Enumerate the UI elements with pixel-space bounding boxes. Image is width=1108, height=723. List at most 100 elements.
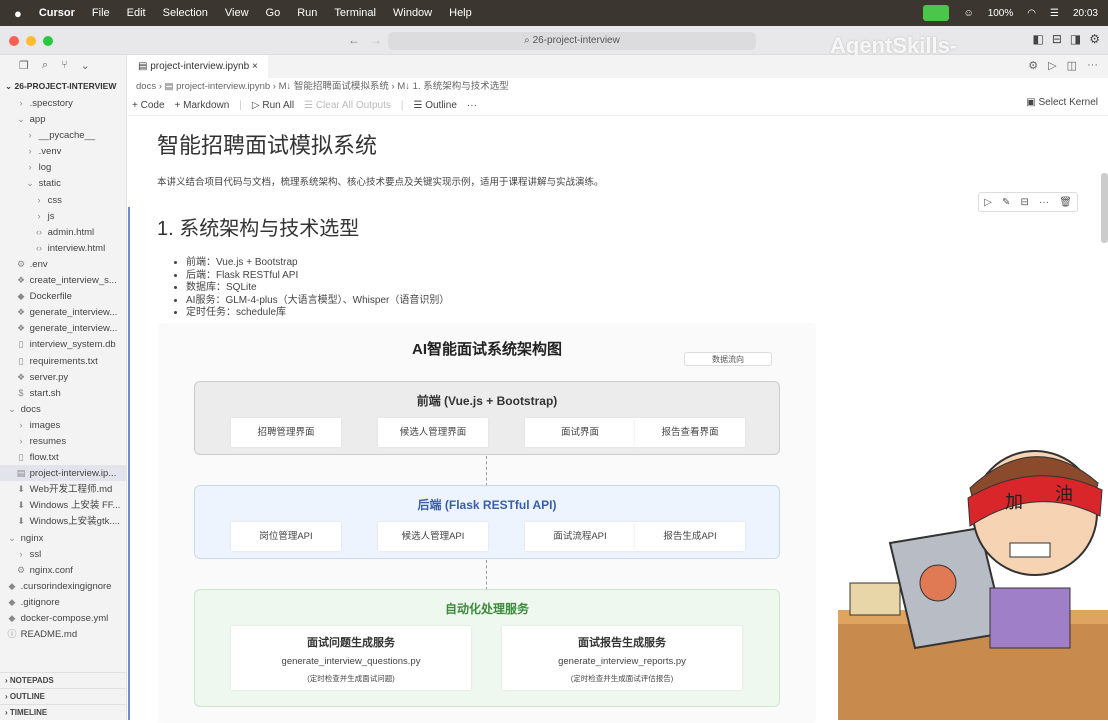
more-actions-button[interactable]: ··· [467, 96, 477, 115]
gear-icon[interactable]: ⚙ [1028, 59, 1038, 72]
breadcrumb-item[interactable]: docs [136, 81, 156, 92]
clear-outputs-button[interactable]: ☰ Clear All Outputs [304, 96, 391, 115]
menu-help[interactable]: Help [449, 7, 472, 19]
menu-view[interactable]: View [225, 7, 249, 19]
settings-gear-icon[interactable]: ⚙ [1089, 32, 1100, 46]
toggle-panel-icon[interactable]: ⊟ [1052, 32, 1062, 46]
tree-item-label: nginx [20, 532, 44, 544]
apple-icon[interactable]: ● [14, 6, 22, 21]
tree-item[interactable]: ❖ generate_interview... [0, 320, 126, 336]
panel-notepads[interactable]: › NOTEPADS [0, 672, 127, 688]
tree-item[interactable]: ◆ docker-compose.yml [0, 610, 126, 626]
split-cell-icon[interactable]: ⊟ [1020, 197, 1028, 208]
tab-project-interview[interactable]: ▤ project-interview.ipynb × [128, 55, 268, 78]
status-face-icon[interactable]: ☺ [963, 8, 973, 19]
chevron-right-icon: › [19, 548, 23, 559]
python-icon: ❖ [16, 371, 26, 382]
menu-run[interactable]: Run [297, 7, 317, 19]
tree-item[interactable]: › __pycache__ [0, 127, 126, 143]
tree-item[interactable]: ◆ .cursorindexingignore [0, 578, 126, 594]
tree-item[interactable]: ⬇ Windows上安装gtk.... [0, 513, 126, 529]
chevron-down-icon: ⌄ [8, 532, 16, 543]
run-cell-icon[interactable]: ▷ [984, 197, 992, 208]
menu-terminal[interactable]: Terminal [334, 7, 376, 19]
tree-item[interactable]: ‹› admin.html [0, 224, 126, 240]
edit-icon[interactable]: ✎ [1002, 197, 1010, 208]
tree-item[interactable]: ⚙ .env [0, 256, 126, 272]
panel-timeline[interactable]: › TIMELINE [0, 704, 127, 720]
split-editor-icon[interactable]: ◫ [1067, 59, 1077, 72]
tree-item[interactable]: ◆ .gitignore [0, 594, 126, 610]
tree-item[interactable]: › ssl [0, 546, 126, 562]
list-item: 后端：Flask RESTful API [186, 270, 957, 283]
automation-title: 自动化处理服务 [444, 602, 529, 616]
tree-item[interactable]: › css [0, 192, 126, 208]
outline-button[interactable]: ☰ Outline [413, 96, 456, 115]
tree-item[interactable]: ❖ create_interview_s... [0, 272, 126, 288]
tree-item[interactable]: › js [0, 208, 126, 224]
chevron-down-icon[interactable]: ⌄ [81, 59, 90, 77]
tree-item[interactable]: ▯ interview_system.db [0, 336, 126, 352]
tree-item-label: .venv [38, 146, 62, 158]
menu-edit[interactable]: Edit [127, 7, 146, 19]
breadcrumb-item[interactable]: project-interview.ipynb [176, 81, 270, 92]
tree-item[interactable]: ▯ requirements.txt [0, 353, 126, 369]
control-center-icon[interactable]: ☰ [1050, 8, 1059, 19]
tree-item[interactable]: ▤ project-interview.ip... [0, 465, 126, 482]
add-code-button[interactable]: + Code [132, 96, 165, 115]
run-icon[interactable]: ▷ [1048, 59, 1056, 72]
tree-item[interactable]: ⌄ nginx [0, 530, 126, 546]
tree-item-label: requirements.txt [29, 355, 98, 367]
wifi-icon[interactable]: ◠ [1027, 8, 1036, 19]
camera-icon[interactable] [923, 5, 950, 21]
tree-item[interactable]: ⌄ static [0, 175, 126, 191]
tree-item[interactable]: ❖ server.py [0, 369, 126, 385]
vertical-scrollbar[interactable] [1101, 173, 1108, 243]
tree-item[interactable]: ⌄ docs [0, 401, 126, 417]
tree-item[interactable]: $ start.sh [0, 385, 126, 401]
close-tab-icon[interactable]: × [252, 61, 258, 72]
tree-item[interactable]: ⓘ README.md [0, 626, 126, 642]
tree-item[interactable]: › images [0, 417, 126, 433]
tree-item[interactable]: ⬇ Windows 上安装 FF... [0, 497, 126, 513]
close-window-button[interactable] [9, 36, 19, 46]
tree-item[interactable]: ◆ Dockerfile [0, 288, 126, 304]
command-search[interactable]: ⌕ 26-project-interview [388, 32, 756, 50]
menu-window[interactable]: Window [393, 7, 432, 19]
source-control-icon[interactable]: ⑂ [61, 59, 68, 77]
tree-item[interactable]: › resumes [0, 433, 126, 449]
delete-icon[interactable]: 🗑 [1059, 197, 1072, 208]
toggle-aux-icon[interactable]: ◨ [1070, 32, 1081, 46]
clock[interactable]: 20:03 [1073, 8, 1098, 19]
more-icon[interactable]: ··· [1039, 197, 1049, 208]
add-markdown-button[interactable]: + Markdown [175, 96, 230, 115]
tree-item[interactable]: › .specstory [0, 95, 126, 111]
breadcrumb-item[interactable]: M↓ 智能招聘面试模拟系统 [279, 81, 389, 92]
zoom-window-button[interactable] [43, 36, 53, 46]
menu-app[interactable]: Cursor [39, 7, 75, 19]
tree-item[interactable]: ❖ generate_interview... [0, 304, 126, 320]
menu-go[interactable]: Go [266, 7, 281, 19]
minimize-window-button[interactable] [26, 36, 36, 46]
tree-item[interactable]: › .venv [0, 143, 126, 159]
forward-arrow-icon[interactable]: → [370, 33, 382, 47]
toggle-sidebar-icon[interactable]: ◧ [1032, 32, 1043, 46]
panel-outline[interactable]: › OUTLINE [0, 688, 127, 704]
workspace-root[interactable]: ⌄ 26-PROJECT-INTERVIEW [0, 77, 126, 95]
search-icon[interactable]: ⌕ [42, 59, 48, 77]
breadcrumb-item[interactable]: M↓ 1. 系统架构与技术选型 [397, 81, 508, 92]
tree-item[interactable]: ‹› interview.html [0, 240, 126, 256]
explorer-icon[interactable]: ❐ [19, 59, 29, 77]
tree-item[interactable]: ⬇ Web开发工程师.md [0, 481, 126, 497]
tree-item[interactable]: ▯ flow.txt [0, 449, 126, 465]
battery-status[interactable]: 100% [988, 8, 1014, 19]
tree-item[interactable]: ⌄ app [0, 111, 126, 127]
menu-file[interactable]: File [92, 7, 110, 19]
tree-item[interactable]: ⚙ nginx.conf [0, 562, 126, 578]
menu-selection[interactable]: Selection [163, 7, 208, 19]
back-arrow-icon[interactable]: ← [348, 33, 360, 47]
select-kernel-button[interactable]: ▣ Select Kernel [1026, 97, 1098, 108]
run-all-button[interactable]: ▷ Run All [252, 96, 294, 115]
more-icon[interactable]: ··· [1087, 59, 1098, 72]
tree-item[interactable]: › log [0, 159, 126, 175]
